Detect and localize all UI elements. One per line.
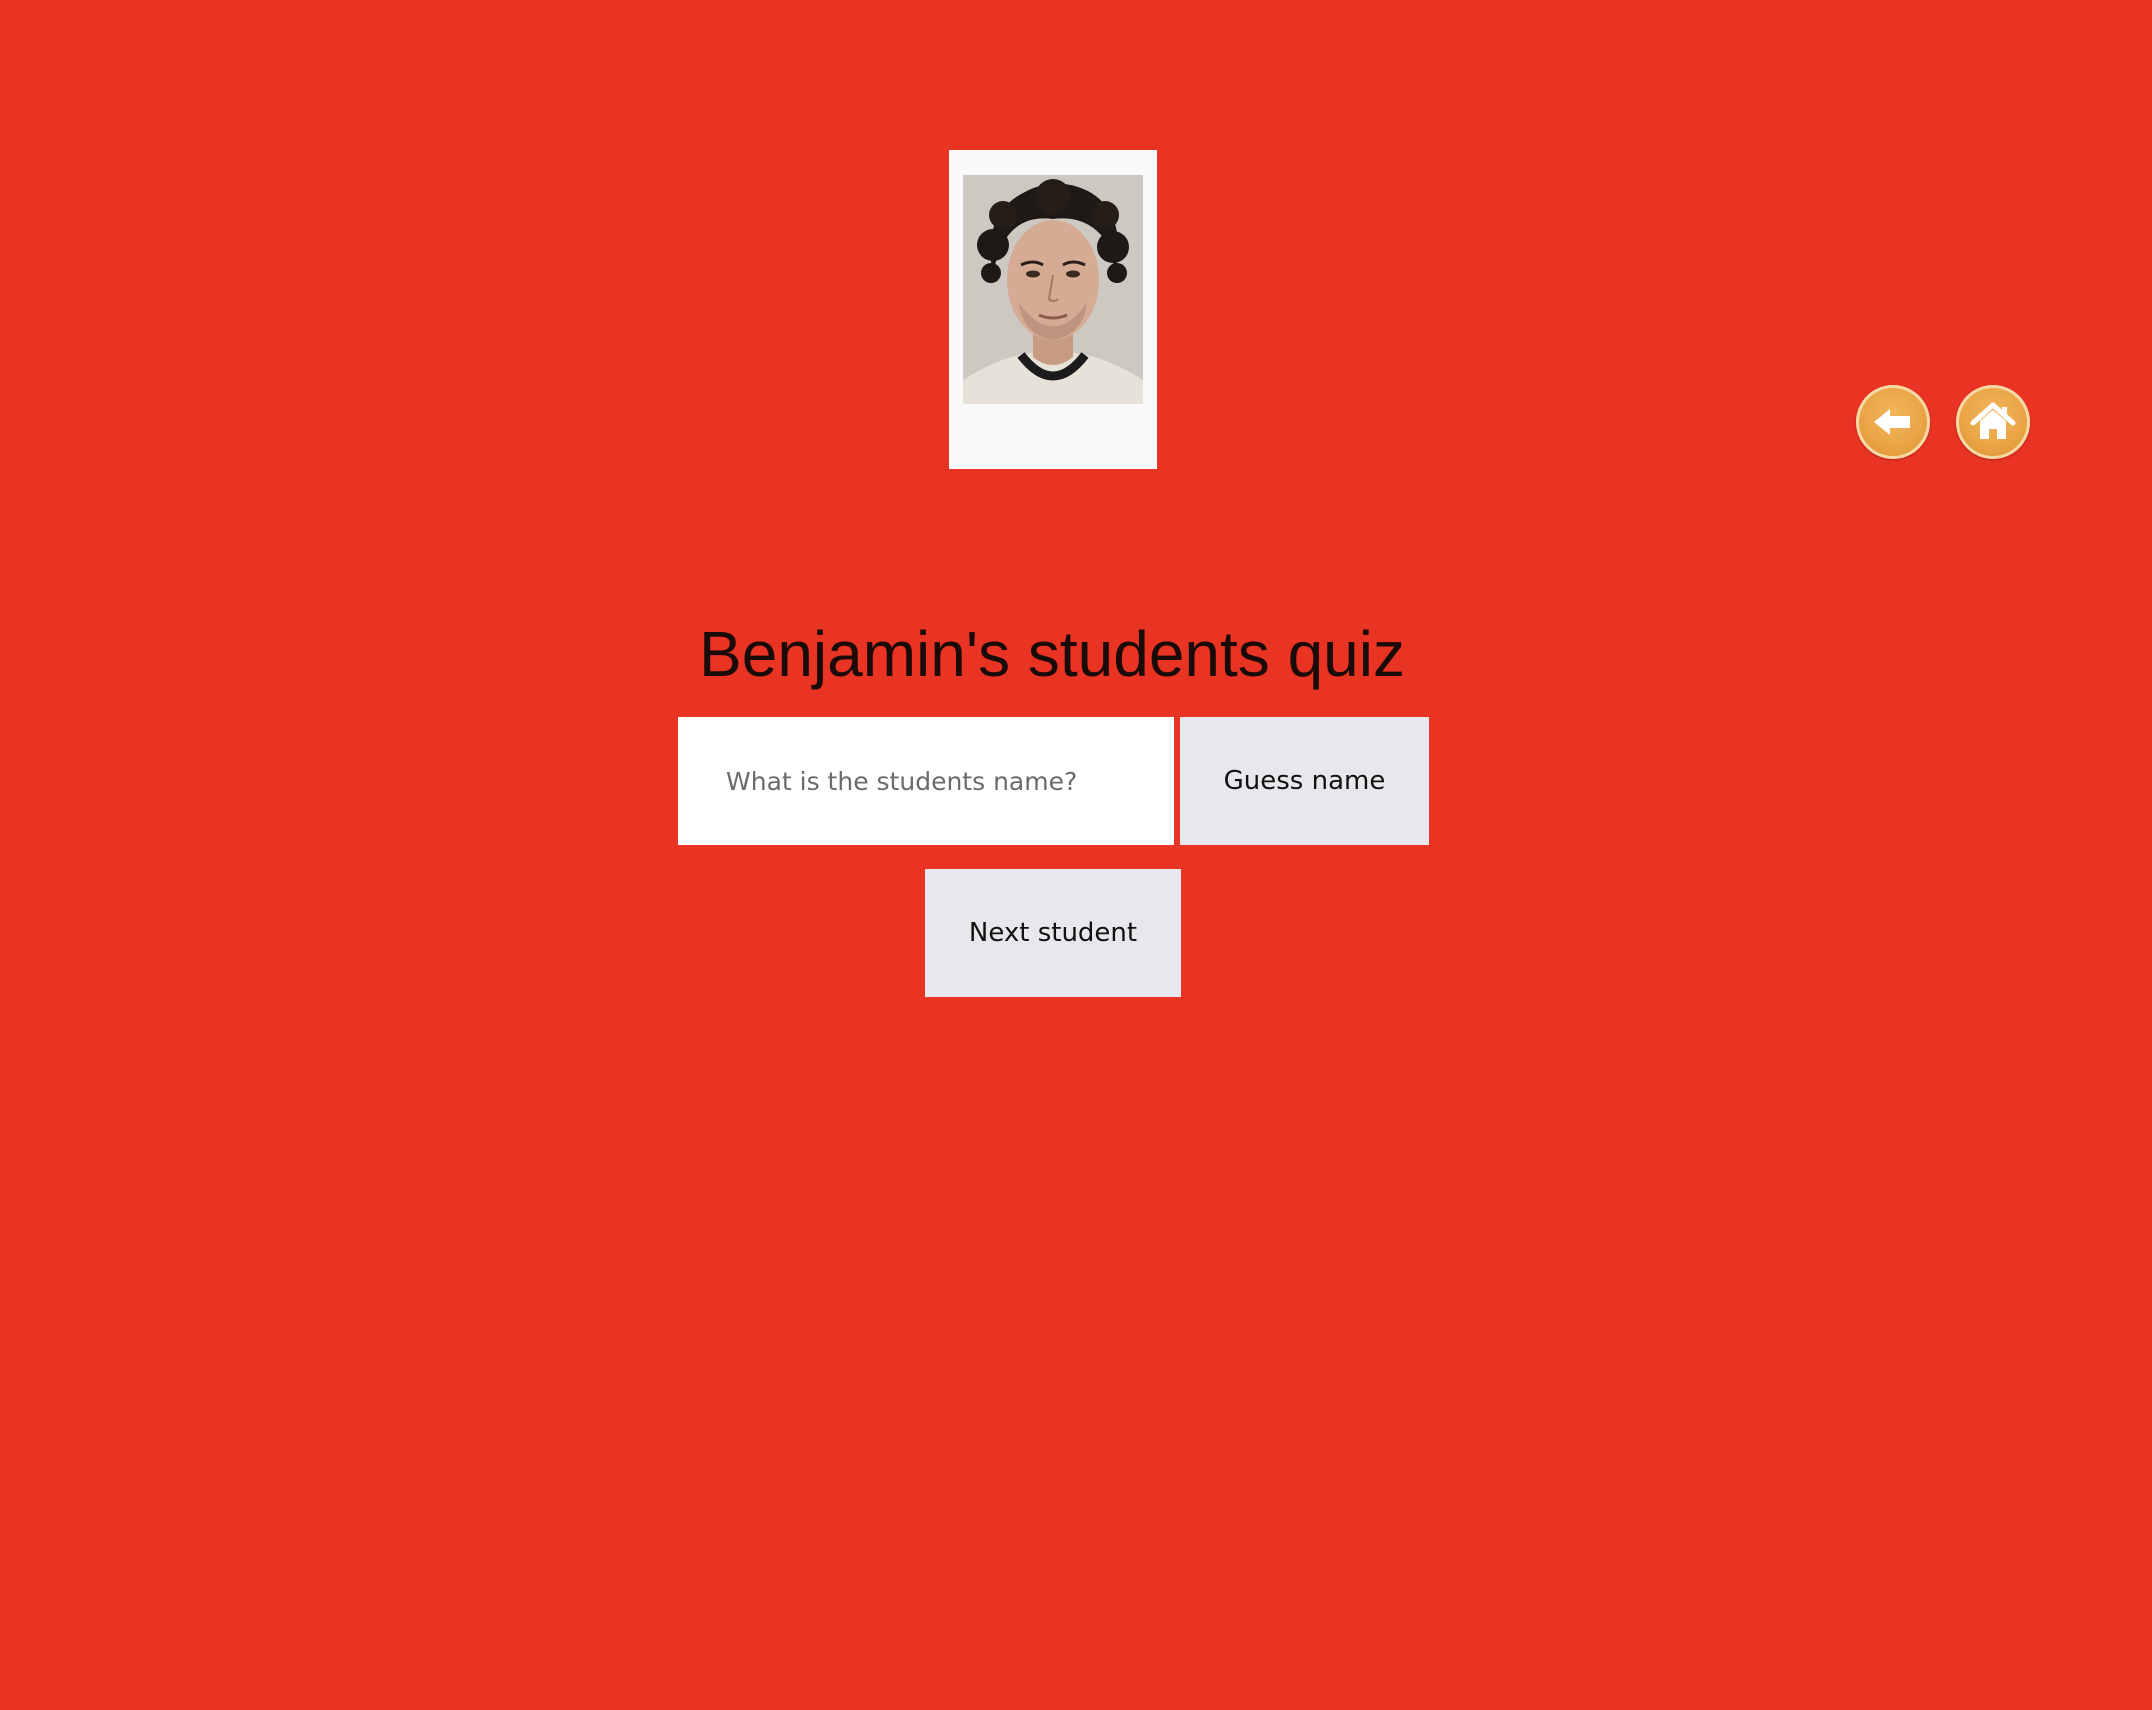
back-button[interactable] xyxy=(1856,385,1930,459)
student-photo-card xyxy=(949,150,1157,469)
home-icon xyxy=(1970,402,2016,439)
quiz-page: Benjamin's students quiz Guess name Next… xyxy=(0,0,2152,1710)
home-button[interactable] xyxy=(1956,385,2030,459)
student-portrait-image xyxy=(963,175,1143,404)
next-student-button[interactable]: Next student xyxy=(925,869,1181,997)
back-arrow-icon xyxy=(1874,409,1910,435)
page-title: Benjamin's students quiz xyxy=(699,618,1405,690)
student-photo xyxy=(963,175,1143,404)
student-name-input[interactable] xyxy=(678,717,1174,845)
guess-name-button[interactable]: Guess name xyxy=(1180,717,1429,845)
